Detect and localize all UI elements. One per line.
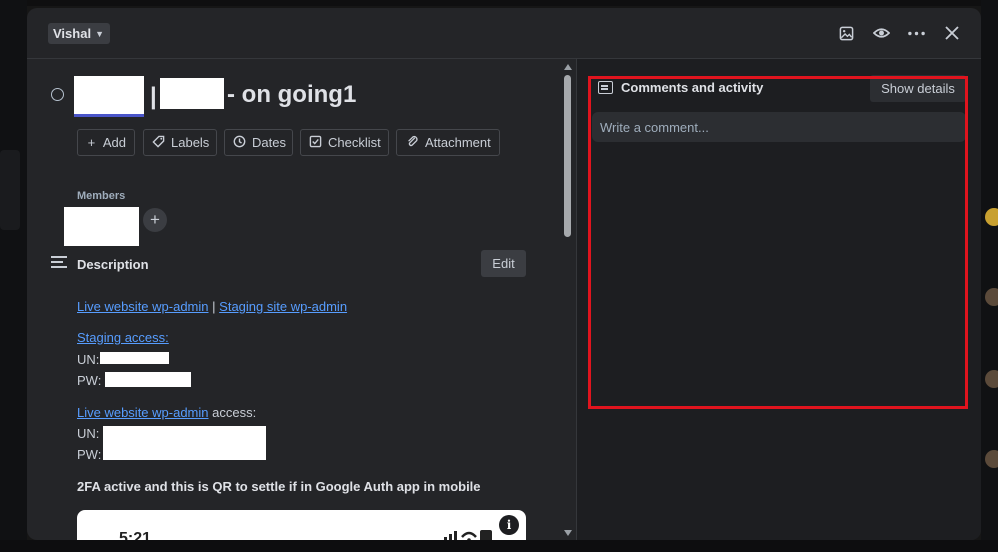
checklist-icon — [309, 135, 322, 151]
live-admin-link-2[interactable]: Live website wp-admin — [77, 405, 209, 420]
qr-screenshot-image[interactable]: 5:21 — [77, 510, 526, 540]
chevron-down-icon: ▼ — [95, 28, 104, 39]
scrollbar-thumb[interactable] — [564, 75, 571, 237]
staging-un-line: UN: — [77, 352, 100, 367]
phone-time: 5:21 — [119, 530, 152, 540]
modal-header: Vishal ▼ — [27, 8, 981, 59]
description-icon — [51, 256, 67, 270]
show-details-button[interactable]: Show details — [870, 75, 966, 102]
paperclip-icon — [405, 135, 419, 151]
staging-access-link[interactable]: Staging access: — [77, 330, 169, 345]
live-access-line: Live website wp-admin access: — [77, 405, 257, 420]
comment-input[interactable] — [592, 112, 966, 142]
live-admin-link[interactable]: Live website wp-admin — [77, 299, 209, 314]
staging-pw-line: PW: — [77, 373, 102, 388]
info-icon[interactable]: i — [499, 515, 519, 535]
staging-admin-link[interactable]: Staging site wp-admin — [219, 299, 347, 314]
live-pw-line: PW: — [77, 447, 102, 462]
avatar — [985, 288, 998, 306]
close-icon[interactable] — [941, 22, 963, 44]
members-label: Members — [77, 190, 126, 202]
eye-icon[interactable] — [870, 22, 892, 44]
board-card — [0, 150, 20, 230]
tag-icon — [152, 135, 165, 151]
board-bottom-edge — [0, 540, 998, 552]
card-detail-modal: Vishal ▼ | - on going1 + Add Labels Date… — [27, 8, 981, 540]
staging-access-line: Staging access: — [77, 330, 169, 345]
avatar — [985, 450, 998, 468]
add-button[interactable]: + Add — [77, 129, 135, 156]
comments-pane: Comments and activity Show details — [576, 59, 981, 540]
add-member-button[interactable]: + — [143, 208, 167, 232]
description-title: Description — [77, 257, 149, 272]
board-top-bar — [0, 0, 998, 6]
complete-toggle[interactable] — [51, 88, 64, 101]
edit-description-button[interactable]: Edit — [481, 250, 526, 277]
redacted-title-part — [74, 76, 144, 117]
plus-icon: + — [87, 135, 96, 150]
comments-title: Comments and activity — [621, 80, 764, 95]
redacted-value — [100, 352, 169, 364]
phone-status-icons — [444, 528, 492, 540]
title-separator: | — [150, 83, 157, 110]
redacted-title-part — [160, 78, 224, 109]
list-select-label: Vishal — [53, 26, 92, 41]
description-links-line: Live website wp-admin | Staging site wp-… — [77, 299, 348, 314]
live-un-line: UN: — [77, 426, 100, 441]
attachment-button[interactable]: Attachment — [396, 129, 500, 156]
board-right-edge — [981, 0, 998, 552]
redacted-value — [105, 372, 191, 387]
checklist-button[interactable]: Checklist — [300, 129, 389, 156]
board-left-edge — [0, 0, 27, 552]
clock-icon — [233, 135, 246, 151]
labels-button[interactable]: Labels — [143, 129, 217, 156]
image-icon[interactable] — [835, 22, 857, 44]
card-main-pane: | - on going1 + Add Labels Dates Checkli… — [27, 59, 576, 540]
more-icon[interactable] — [905, 22, 927, 44]
avatar — [985, 208, 998, 226]
redacted-value — [103, 426, 266, 460]
dates-button[interactable]: Dates — [224, 129, 293, 156]
list-select[interactable]: Vishal ▼ — [48, 23, 110, 44]
card-title[interactable]: - on going1 — [227, 81, 356, 109]
avatar — [985, 370, 998, 388]
redacted-member-avatars — [64, 207, 139, 246]
scroll-up-arrow[interactable] — [564, 64, 572, 70]
comment-icon — [598, 81, 613, 94]
twofa-note: 2FA active and this is QR to settle if i… — [77, 479, 481, 494]
scroll-down-arrow[interactable] — [564, 530, 572, 536]
